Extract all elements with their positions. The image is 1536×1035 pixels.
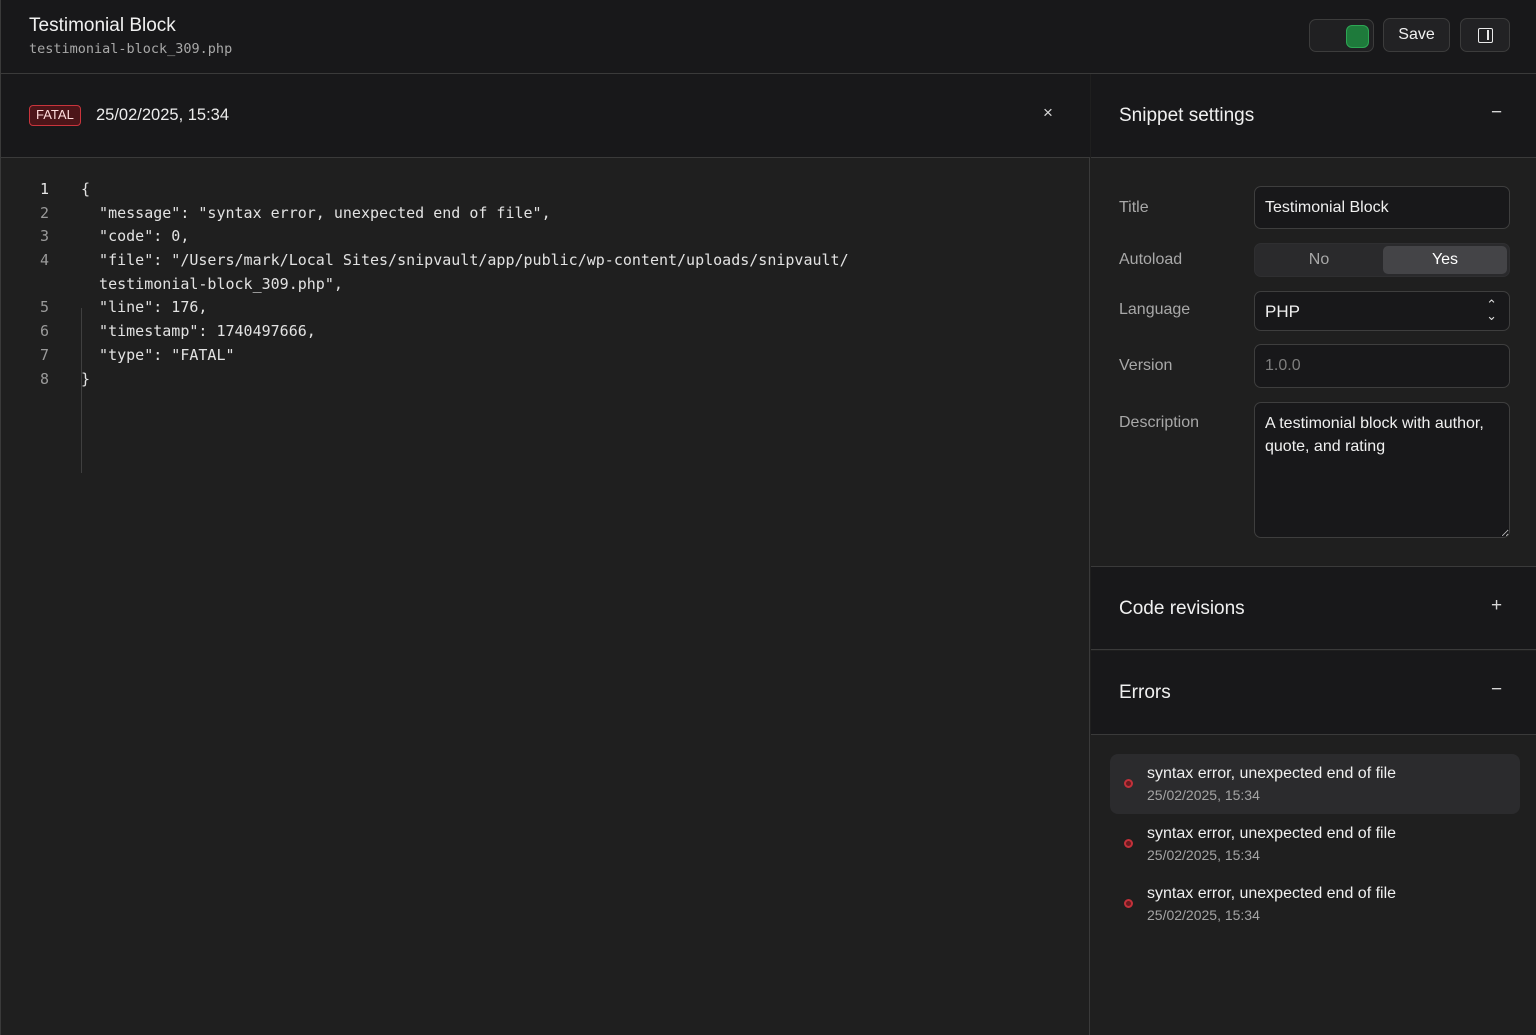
close-icon[interactable]: × — [1043, 103, 1053, 123]
title-input[interactable] — [1254, 186, 1510, 229]
autoload-label: Autoload — [1119, 251, 1183, 268]
line-number: 2 — [39, 203, 49, 222]
code-text: "type": "FATAL" — [81, 345, 235, 364]
code-text: { — [81, 180, 91, 198]
error-status-dot-icon — [1124, 899, 1133, 908]
version-label: Version — [1119, 357, 1173, 374]
code-text: "message": "syntax error, unexpected end… — [81, 203, 551, 222]
autoload-segmented-control: No Yes — [1254, 243, 1510, 277]
error-detail-header: FATAL 25/02/2025, 15:34 × — [1, 74, 1090, 158]
description-textarea[interactable]: A testimonial block with author, quote, … — [1254, 402, 1510, 538]
section-title: Errors — [1119, 682, 1171, 703]
snippet-title: Testimonial Block — [29, 15, 176, 36]
language-select[interactable]: PHP ⌃ ⌄ — [1254, 291, 1510, 331]
code-text: "file": "/Users/mark/Local Sites/snipvau… — [81, 251, 849, 270]
description-label: Description — [1119, 414, 1200, 431]
code-line: 8 } — [1, 368, 1090, 392]
language-label: Language — [1119, 301, 1191, 318]
error-message: syntax error, unexpected end of file — [1147, 765, 1397, 782]
code-line: 3 "code": 0, — [1, 225, 1090, 249]
code-line: 1 { — [1, 178, 1090, 202]
snippet-settings-header[interactable]: Snippet settings − — [1091, 74, 1536, 158]
error-message: syntax error, unexpected end of file — [1147, 885, 1397, 902]
error-timestamp: 25/02/2025, 15:34 — [1147, 847, 1260, 863]
version-input[interactable] — [1254, 344, 1510, 388]
code-line: 6 "timestamp": 1740497666, — [1, 320, 1090, 344]
line-number: 1 — [39, 180, 49, 198]
code-line-wrap: testimonial-block_309.php", — [1, 273, 1090, 297]
code-line: 4 "file": "/Users/mark/Local Sites/snipv… — [1, 249, 1090, 273]
title-label: Title — [1119, 199, 1149, 216]
snippet-filename: testimonial-block_309.php — [29, 41, 233, 57]
collapse-icon[interactable]: − — [1491, 102, 1502, 124]
code-line: 5 "line": 176, — [1, 296, 1090, 320]
toggle-knob — [1346, 25, 1369, 48]
autoload-no-option[interactable]: No — [1257, 246, 1381, 274]
code-revisions-header[interactable]: Code revisions + — [1091, 566, 1536, 650]
sidebar-panel-icon — [1477, 27, 1493, 43]
code-viewer[interactable]: 1 { 2 "message": "syntax error, unexpect… — [1, 178, 1090, 473]
code-text: "code": 0, — [81, 227, 190, 246]
code-line: 2 "message": "syntax error, unexpected e… — [1, 202, 1090, 226]
code-text: testimonial-block_309.php", — [81, 274, 343, 293]
error-date: 25/02/2025, 15:34 — [96, 106, 230, 124]
section-title: Code revisions — [1119, 598, 1245, 619]
code-text: } — [81, 369, 91, 388]
error-detail-pane: FATAL 25/02/2025, 15:34 × 1 { 2 "message… — [1, 74, 1090, 1035]
app-window: Testimonial Block testimonial-block_309.… — [0, 0, 1536, 1035]
errors-header[interactable]: Errors − — [1091, 651, 1536, 735]
error-status-dot-icon — [1124, 839, 1133, 848]
autoload-yes-option[interactable]: Yes — [1383, 246, 1507, 274]
chevron-up-down-icon: ⌃ ⌄ — [1486, 297, 1497, 323]
language-value: PHP — [1265, 302, 1300, 321]
toggle-sidebar-button[interactable] — [1460, 18, 1510, 52]
error-list-item[interactable]: syntax error, unexpected end of file 25/… — [1110, 814, 1520, 874]
error-list-item[interactable]: syntax error, unexpected end of file 25/… — [1110, 874, 1520, 934]
line-number: 3 — [39, 227, 49, 246]
expand-icon[interactable]: + — [1491, 595, 1502, 617]
error-timestamp: 25/02/2025, 15:34 — [1147, 787, 1260, 803]
error-timestamp: 25/02/2025, 15:34 — [1147, 907, 1260, 923]
error-message: syntax error, unexpected end of file — [1147, 825, 1397, 842]
line-number: 8 — [39, 369, 49, 388]
error-status-dot-icon — [1124, 779, 1133, 788]
severity-badge: FATAL — [29, 105, 81, 126]
error-list-item[interactable]: syntax error, unexpected end of file 25/… — [1110, 754, 1520, 814]
section-title: Snippet settings — [1119, 105, 1255, 126]
collapse-icon[interactable]: − — [1491, 679, 1502, 701]
line-number: 5 — [39, 298, 49, 317]
line-number: 6 — [39, 322, 49, 341]
code-text: "line": 176, — [81, 298, 208, 317]
enable-toggle[interactable] — [1309, 19, 1374, 52]
settings-sidebar: Snippet settings − Title Autoload No Yes… — [1091, 74, 1536, 1035]
line-number: 4 — [39, 251, 49, 270]
save-button[interactable]: Save — [1383, 18, 1450, 52]
code-line: 7 "type": "FATAL" — [1, 344, 1090, 368]
code-text: "timestamp": 1740497666, — [81, 322, 316, 341]
line-number: 7 — [39, 345, 49, 364]
top-bar: Testimonial Block testimonial-block_309.… — [1, 0, 1536, 74]
